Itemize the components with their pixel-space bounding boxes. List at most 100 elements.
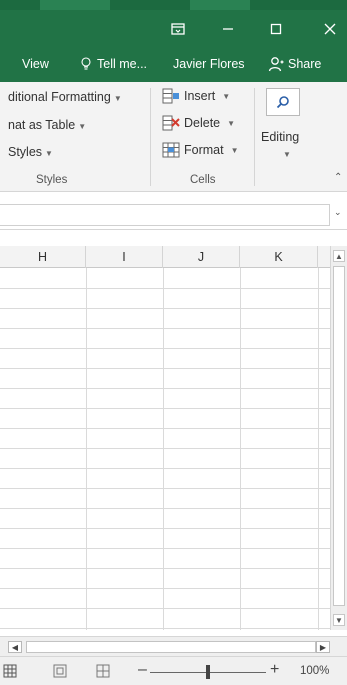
- row-line: [0, 528, 330, 529]
- scroll-left-icon: ◀: [11, 642, 19, 652]
- share-button[interactable]: Share: [268, 46, 321, 82]
- ribbon-display-button[interactable]: [164, 18, 192, 40]
- editing-label: Editing: [261, 130, 300, 144]
- cell-styles-button[interactable]: Styles ▼: [8, 145, 53, 159]
- minimize-icon: [223, 28, 233, 30]
- zoom-slider-thumb[interactable]: [206, 665, 210, 679]
- styles-group-label: Styles: [36, 174, 68, 186]
- column-header-h[interactable]: H: [0, 246, 86, 268]
- collapse-ribbon-icon: ⌃: [334, 172, 343, 183]
- scroll-up-icon: ▲: [335, 251, 343, 261]
- user-name-label: Javier Flores: [173, 57, 245, 71]
- title-strip-segment: [190, 0, 250, 10]
- person-icon: [268, 57, 284, 72]
- dropdown-caret-icon: ▼: [222, 91, 231, 101]
- column-line: [163, 268, 164, 630]
- tab-view[interactable]: View: [22, 46, 49, 82]
- conditional-formatting-label: ditional Formatting: [8, 90, 111, 104]
- dropdown-caret-icon: ▼: [283, 150, 291, 159]
- scroll-left-button[interactable]: ◀: [8, 641, 22, 653]
- insert-cells-icon: [162, 88, 179, 104]
- conditional-formatting-button[interactable]: ditional Formatting ▼: [8, 90, 122, 104]
- status-bar: – + 100%: [0, 656, 347, 685]
- vertical-scroll-thumb[interactable]: [333, 266, 345, 606]
- row-line: [0, 308, 330, 309]
- title-bar: [0, 0, 347, 46]
- share-label: Share: [288, 57, 322, 71]
- collapse-ribbon-button[interactable]: ⌃: [334, 172, 342, 183]
- dropdown-caret-icon: ▼: [230, 145, 239, 155]
- editing-button[interactable]: Editing: [261, 130, 299, 144]
- row-line: [0, 388, 330, 389]
- row-line: [0, 348, 330, 349]
- row-line: [0, 428, 330, 429]
- tell-me-box[interactable]: Tell me...: [80, 46, 147, 82]
- group-separator: [254, 88, 255, 186]
- expand-formula-icon: ⌄: [334, 207, 342, 217]
- horizontal-scrollbar[interactable]: ◀ ▶: [0, 636, 347, 656]
- column-header-j[interactable]: J: [163, 246, 240, 268]
- column-header-k[interactable]: K: [240, 246, 318, 268]
- vertical-scrollbar[interactable]: ▲ ▼: [330, 246, 347, 630]
- expand-formula-button[interactable]: ⌄: [334, 207, 342, 218]
- row-line: [0, 368, 330, 369]
- row-line: [0, 448, 330, 449]
- title-strip-segment: [40, 0, 110, 10]
- cell-styles-label: Styles: [8, 145, 43, 159]
- scroll-up-button[interactable]: ▲: [333, 250, 345, 262]
- search-icon: [276, 96, 289, 109]
- format-cells-icon: [162, 142, 180, 158]
- page-layout-icon[interactable]: [52, 663, 68, 679]
- row-line: [0, 468, 330, 469]
- delete-button[interactable]: Delete ▼: [162, 115, 235, 131]
- column-line: [86, 268, 87, 630]
- worksheet-grid[interactable]: H I J K: [0, 246, 330, 630]
- scroll-down-icon: ▼: [335, 615, 343, 625]
- row-line: [0, 508, 330, 509]
- delete-cells-icon: [162, 115, 180, 131]
- ribbon-display-icon: [171, 23, 185, 35]
- column-headers: H I J K: [0, 246, 330, 268]
- user-name[interactable]: Javier Flores: [173, 46, 245, 82]
- scroll-right-button[interactable]: ▶: [316, 641, 330, 653]
- minimize-button[interactable]: [214, 18, 242, 40]
- tell-me-label: Tell me...: [97, 57, 148, 71]
- grid-rows: [0, 268, 330, 630]
- group-separator: [150, 88, 151, 186]
- format-as-table-label: nat as Table: [8, 118, 76, 132]
- row-line: [0, 568, 330, 569]
- row-line: [0, 548, 330, 549]
- delete-label: Delete: [184, 116, 221, 130]
- dropdown-caret-icon: ▼: [45, 149, 53, 158]
- dropdown-caret-icon: ▼: [113, 94, 122, 103]
- row-line: [0, 608, 330, 609]
- zoom-out-button[interactable]: –: [138, 661, 147, 679]
- maximize-icon: [270, 23, 282, 35]
- format-as-table-button[interactable]: nat as Table ▼: [8, 118, 86, 132]
- row-line: [0, 288, 330, 289]
- find-select-button[interactable]: [266, 88, 300, 116]
- dropdown-caret-icon: ▼: [227, 118, 236, 128]
- dropdown-caret-icon: ▼: [78, 122, 87, 131]
- row-line: [0, 328, 330, 329]
- close-button[interactable]: [316, 18, 344, 40]
- insert-button[interactable]: Insert ▼: [162, 88, 230, 104]
- page-break-icon[interactable]: [95, 663, 111, 679]
- column-line: [240, 268, 241, 630]
- scroll-right-icon: ▶: [319, 642, 327, 652]
- editing-caret: ▼: [280, 146, 291, 160]
- zoom-in-button[interactable]: +: [270, 661, 279, 679]
- column-header-i[interactable]: I: [86, 246, 163, 268]
- normal-view-icon[interactable]: [2, 663, 18, 679]
- row-line: [0, 628, 330, 629]
- horizontal-scroll-thumb[interactable]: [26, 641, 316, 653]
- tab-view-label: View: [22, 57, 49, 71]
- formula-input[interactable]: [0, 204, 330, 226]
- scroll-down-button[interactable]: ▼: [333, 614, 345, 626]
- zoom-level[interactable]: 100%: [300, 665, 329, 677]
- format-button[interactable]: Format ▼: [162, 142, 239, 158]
- lightbulb-icon: [81, 57, 91, 70]
- maximize-button[interactable]: [262, 18, 290, 40]
- row-line: [0, 488, 330, 489]
- row-line: [0, 588, 330, 589]
